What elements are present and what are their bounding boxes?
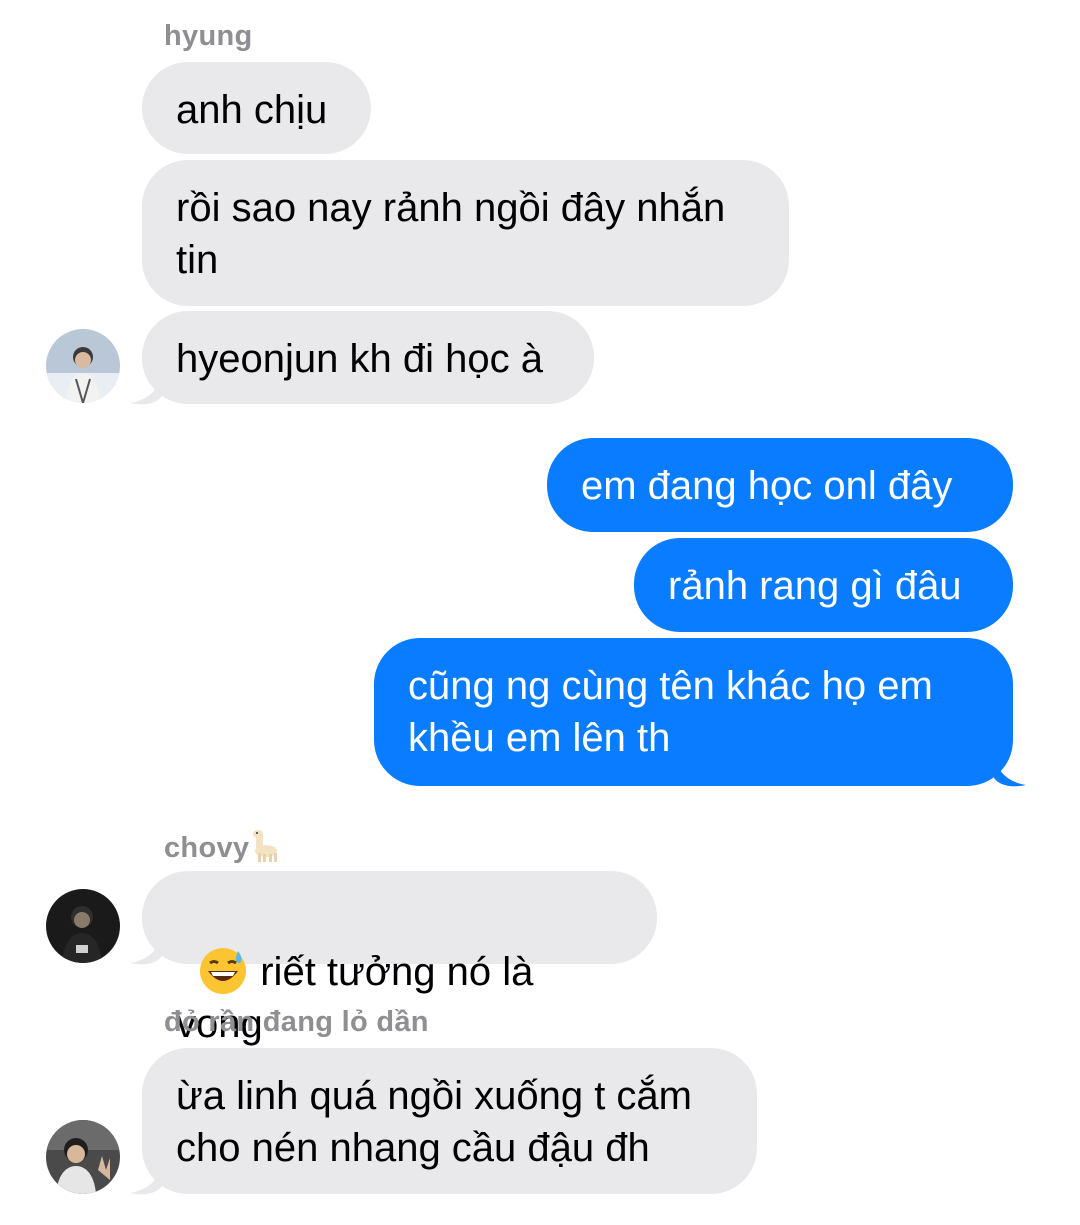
message-bubble-incoming[interactable]: rồi sao nay rảnh ngồi đây nhắn tin (142, 160, 789, 306)
message-bubble-outgoing[interactable]: cũng ng cùng tên khác họ em khều em lên … (374, 638, 1013, 786)
person-photo-avatar-icon (46, 1120, 120, 1194)
llama-emoji-icon (253, 830, 278, 862)
sender-name-chovy: chovy (164, 829, 281, 865)
sender-name-text: chovy (164, 832, 250, 864)
avatar-do-ran[interactable] (46, 1120, 120, 1194)
message-bubble-incoming[interactable]: ừa linh quá ngồi xuống t cắm cho nén nha… (142, 1048, 757, 1194)
bubble-tail-icon (130, 1160, 162, 1195)
person-photo-avatar-icon (46, 889, 120, 963)
message-bubble-incoming[interactable]: hyeonjun kh đi học à (142, 311, 594, 404)
avatar-hyung[interactable] (46, 329, 120, 403)
bubble-tail-icon (130, 930, 162, 965)
message-bubble-incoming[interactable]: riết tưởng nó là vong (142, 871, 657, 1046)
message-bubble-incoming[interactable]: anh chịu (142, 62, 371, 154)
message-bubble-outgoing[interactable]: rảnh rang gì đâu (634, 538, 1013, 632)
message-bubble-outgoing[interactable]: em đang học onl đây (547, 438, 1013, 532)
bubble-tail-icon (994, 752, 1026, 787)
avatar-chovy[interactable] (46, 889, 120, 963)
person-photo-avatar-icon (46, 329, 120, 403)
grinning-face-with-sweat-emoji-icon (200, 948, 247, 994)
sender-name-hyung: hyung (164, 20, 253, 52)
bubble-tail-icon (130, 370, 162, 405)
sender-name-do-ran: đỏ rần đang lỏ dần (164, 1006, 429, 1038)
